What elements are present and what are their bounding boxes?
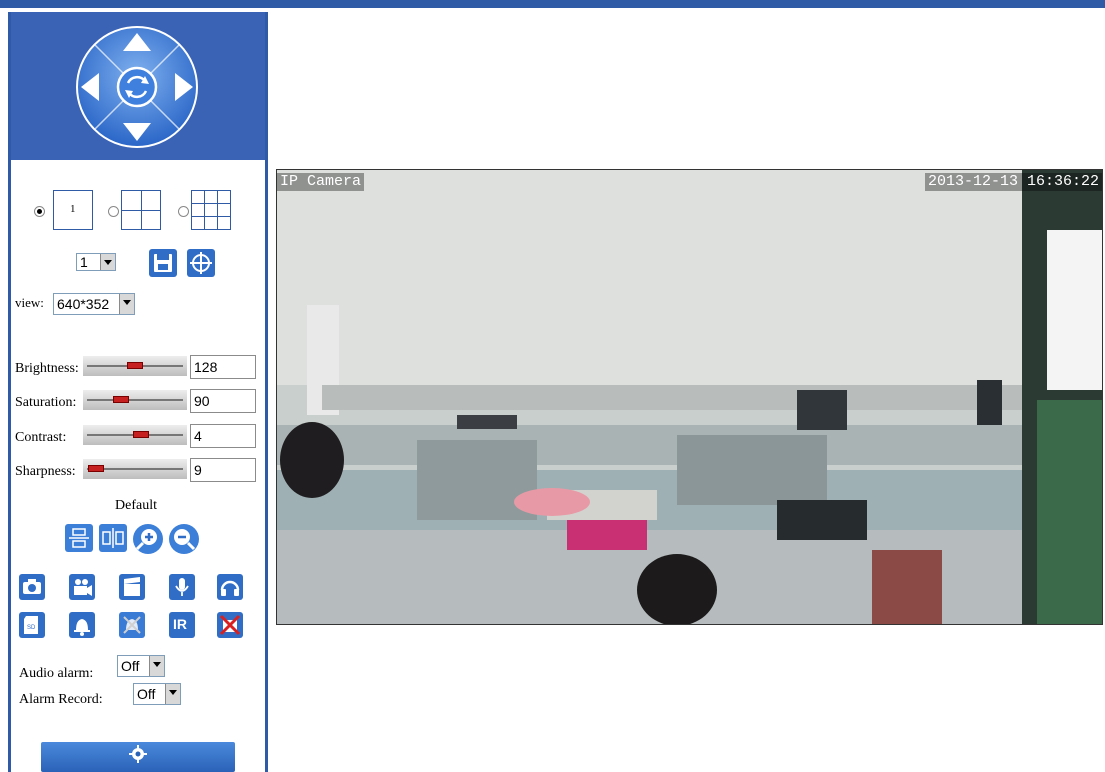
layout-single-label: 1 <box>70 203 76 215</box>
ptz-pad <box>76 26 198 148</box>
disable-button[interactable] <box>217 612 243 638</box>
layout-quad-button[interactable] <box>121 190 161 230</box>
flip-vertical-icon <box>69 528 89 548</box>
alarm-record-label: Alarm Record: <box>19 692 103 707</box>
mirror-button[interactable] <box>99 524 127 552</box>
headphones-icon <box>220 580 240 596</box>
layout-single-button[interactable]: 1 <box>53 190 93 230</box>
saturation-slider[interactable] <box>83 390 187 410</box>
record-icon <box>74 579 92 596</box>
zoom-in-icon <box>135 529 157 551</box>
sharpness-slider-thumb[interactable] <box>88 465 104 472</box>
gear-icon <box>129 745 147 763</box>
contrast-slider-thumb[interactable] <box>133 431 149 438</box>
preset-value: 1 <box>80 254 88 270</box>
video-feed[interactable]: IP Camera 2013-12-13 16:36:22 <box>276 169 1103 625</box>
view-label: view: <box>15 295 44 310</box>
sharpness-label: Sharpness: <box>15 464 76 479</box>
snapshot-button[interactable] <box>19 574 45 600</box>
save-icon <box>154 254 172 272</box>
goto-preset-button[interactable] <box>187 249 215 277</box>
default-button[interactable]: Default <box>115 498 157 514</box>
contrast-label: Contrast: <box>15 430 67 445</box>
layout-nine-button[interactable] <box>191 190 231 230</box>
svg-text:SD: SD <box>27 625 36 631</box>
zoom-in-button[interactable] <box>133 524 163 554</box>
zoom-out-button[interactable] <box>169 524 199 554</box>
audio-alarm-value: Off <box>121 658 140 674</box>
alarm-off-button[interactable] <box>119 612 145 638</box>
mirror-icon <box>102 528 124 548</box>
alarm-off-icon <box>123 616 141 634</box>
contrast-value-field[interactable]: 4 <box>190 424 256 448</box>
chevron-down-icon <box>119 294 134 314</box>
alarm-bell-button[interactable] <box>69 612 95 638</box>
microphone-button[interactable] <box>169 574 195 600</box>
layout-radio-1[interactable] <box>34 206 45 217</box>
saturation-label: Saturation: <box>15 395 77 410</box>
layout-radio-4[interactable] <box>108 206 119 217</box>
chevron-down-icon <box>149 656 164 676</box>
sd-card-icon: SD <box>24 616 38 634</box>
zoom-out-icon <box>174 529 196 551</box>
timestamp-overlay: 2013-12-13 16:36:22 <box>924 173 1102 191</box>
ir-button[interactable]: IR <box>169 612 195 638</box>
disable-icon <box>219 614 241 636</box>
audio-alarm-select[interactable]: Off <box>117 655 165 677</box>
microphone-icon <box>175 578 189 596</box>
saturation-slider-thumb[interactable] <box>113 396 129 403</box>
record-button[interactable] <box>69 574 95 600</box>
brightness-label: Brightness: <box>15 361 79 376</box>
clip-icon <box>124 577 140 596</box>
headphones-button[interactable] <box>217 574 243 600</box>
alarm-record-select[interactable]: Off <box>133 683 181 705</box>
brightness-value-field[interactable]: 128 <box>190 355 256 379</box>
chevron-down-icon <box>100 254 115 270</box>
brightness-slider[interactable] <box>83 356 187 376</box>
crosshair-icon <box>190 252 212 274</box>
clip-button[interactable] <box>119 574 145 600</box>
ptz-panel <box>11 12 265 160</box>
alarm-bell-icon <box>74 619 90 636</box>
save-preset-button[interactable] <box>149 249 177 277</box>
control-sidebar: 1 1 view: 640*352 Brightness: 128 Satura… <box>8 12 268 772</box>
saturation-value-field[interactable]: 90 <box>190 389 256 413</box>
contrast-slider[interactable] <box>83 425 187 445</box>
sharpness-slider[interactable] <box>83 459 187 479</box>
snapshot-icon <box>23 579 41 594</box>
view-resolution-value: 640*352 <box>57 296 110 312</box>
top-border <box>0 0 1105 8</box>
layout-radio-9[interactable] <box>178 206 189 217</box>
settings-button[interactable] <box>41 742 235 772</box>
preset-select[interactable]: 1 <box>76 253 116 271</box>
view-resolution-select[interactable]: 640*352 <box>53 293 135 315</box>
brightness-slider-thumb[interactable] <box>127 362 143 369</box>
chevron-down-icon <box>165 684 180 704</box>
auto-rotate-icon[interactable] <box>116 66 158 108</box>
camera-name-overlay: IP Camera <box>277 173 365 191</box>
alarm-record-value: Off <box>137 686 156 702</box>
flip-button[interactable] <box>65 524 93 552</box>
sd-card-button[interactable]: SD <box>19 612 45 638</box>
ir-icon: IR <box>173 616 187 632</box>
audio-alarm-label: Audio alarm: <box>19 666 94 681</box>
sharpness-value-field[interactable]: 9 <box>190 458 256 482</box>
camera-image <box>277 170 1102 624</box>
